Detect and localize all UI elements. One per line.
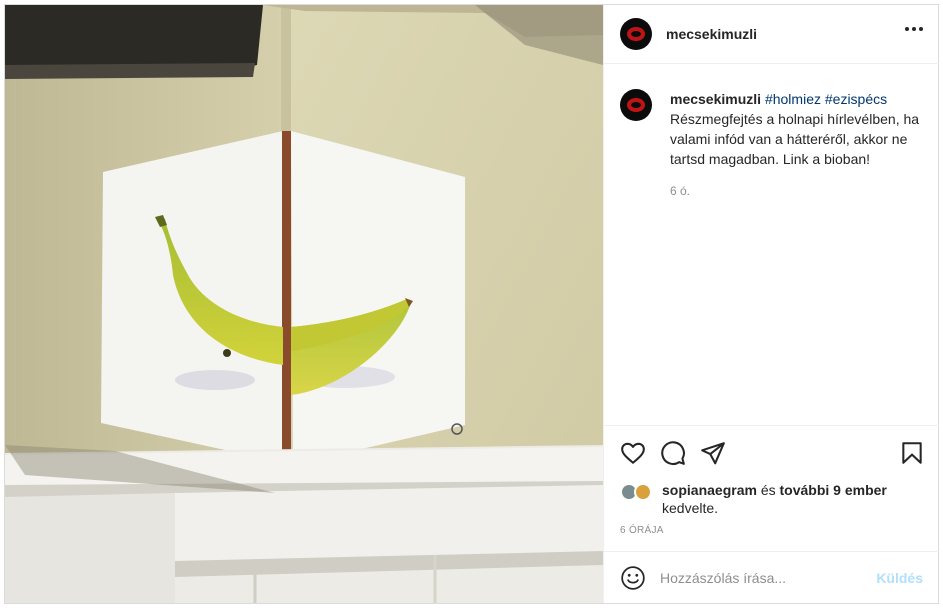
caption-avatar[interactable] (620, 89, 652, 121)
caption-body: Részmegfejtés a holnapi hírlevélben, ha … (670, 111, 920, 167)
post-dialog: mecsekimuzli mecsekimuzli #holmiez #ezis… (4, 4, 939, 604)
liker-username[interactable]: sopianaegram (662, 482, 757, 498)
others-link[interactable]: további 9 ember (780, 482, 887, 498)
header-username[interactable]: mecsekimuzli (666, 26, 757, 42)
comment-icon (661, 441, 685, 465)
likes-text: sopianaegram és további 9 ember kedvelte… (662, 481, 887, 517)
caption-time[interactable]: 6 ó. (670, 181, 925, 201)
action-bar (604, 425, 939, 475)
share-button[interactable] (700, 440, 726, 466)
caption-author[interactable]: mecsekimuzli (670, 91, 761, 107)
save-button[interactable] (899, 440, 925, 466)
likes-summary: sopianaegram és további 9 ember kedvelte… (620, 481, 925, 517)
like-button[interactable] (620, 440, 646, 466)
bookmark-icon (902, 442, 922, 464)
hashtag-link[interactable]: #holmiez (765, 91, 821, 107)
post-photo[interactable] (5, 5, 603, 603)
comment-box: Küldés (604, 551, 939, 603)
banana-tile-photo (5, 5, 603, 603)
logo-icon (627, 98, 645, 112)
comment-input[interactable] (660, 569, 860, 586)
emoji-icon (621, 565, 645, 590)
comment-button[interactable] (660, 440, 686, 466)
logo-icon (627, 27, 645, 41)
emoji-button[interactable] (620, 565, 646, 591)
send-button[interactable]: Küldés (876, 570, 923, 586)
post-sidebar: mecsekimuzli mecsekimuzli #holmiez #ezis… (603, 5, 939, 603)
post-caption: mecsekimuzli #holmiez #ezispécs Részmegf… (620, 89, 925, 201)
liker-avatars (620, 481, 658, 503)
heart-icon (621, 442, 645, 464)
post-timestamp[interactable]: 6 ÓRÁJA (620, 525, 664, 536)
likes-connector: és (760, 482, 776, 498)
more-options-button[interactable] (905, 27, 923, 31)
hashtag-link[interactable]: #ezispécs (825, 91, 887, 107)
caption-text-block: mecsekimuzli #holmiez #ezispécs Részmegf… (670, 89, 925, 201)
avatar[interactable] (634, 483, 652, 501)
avatar[interactable] (620, 18, 652, 50)
share-icon (701, 442, 725, 465)
more-icon (905, 27, 923, 31)
post-header: mecsekimuzli (604, 5, 939, 64)
likes-suffix: kedvelte. (662, 500, 719, 516)
